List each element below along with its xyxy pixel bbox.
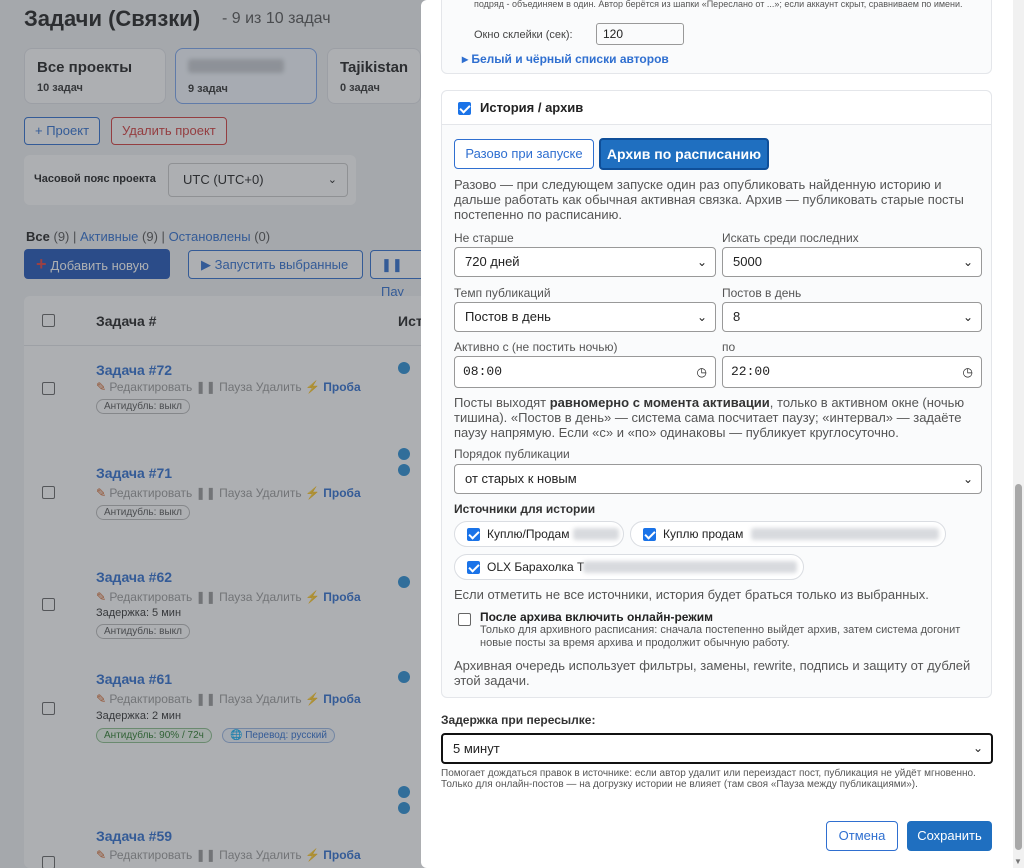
- online-after-archive-checkbox[interactable]: [458, 613, 471, 626]
- source-chip[interactable]: Куплю/Продам: [454, 521, 624, 547]
- rate-select[interactable]: Постов в день ⌄: [454, 302, 716, 332]
- chevron-down-icon: ⌄: [962, 255, 973, 269]
- source-label: Куплю продам: [663, 527, 744, 541]
- source-checkbox[interactable]: [467, 561, 480, 574]
- order-label: Порядок публикации: [454, 447, 570, 461]
- forward-delay-select[interactable]: 5 минут ⌄: [441, 733, 993, 764]
- redacted-text: [751, 528, 939, 540]
- history-card: История / архив Разово при запуске Архив…: [441, 90, 992, 698]
- active-to-label: по: [722, 340, 736, 354]
- scrollbar-thumb[interactable]: [1015, 484, 1022, 850]
- not-older-value: 720 дней: [465, 254, 520, 269]
- clock-icon[interactable]: ◷: [963, 357, 973, 387]
- rate-label: Темп публикаций: [454, 286, 551, 300]
- chevron-down-icon: ⌄: [962, 310, 973, 324]
- active-to-value: 22:00: [731, 364, 771, 379]
- sources-note: Если отметить не все источники, история …: [454, 587, 929, 602]
- source-chip[interactable]: OLX Барахолка Т: [454, 554, 804, 580]
- search-last-label: Искать среди последних: [722, 231, 859, 245]
- active-from-input[interactable]: 08:00 ◷: [454, 356, 716, 388]
- history-title: История / архив: [480, 100, 584, 115]
- source-label: OLX Барахолка Т: [487, 560, 585, 574]
- history-checkbox[interactable]: [458, 102, 471, 115]
- sources-title: Источники для истории: [454, 502, 596, 516]
- order-value: от старых к новым: [465, 471, 577, 486]
- author-lists-toggle[interactable]: ▸ Белый и чёрный списки авторов: [462, 52, 669, 66]
- task-settings-modal: подряд - объединяем в один. Автор берётс…: [421, 0, 1013, 868]
- merge-window-label: Окно склейки (сек):: [474, 29, 573, 41]
- search-last-select[interactable]: 5000 ⌄: [722, 247, 982, 277]
- merge-window-input[interactable]: 120: [596, 23, 684, 45]
- per-day-value: 8: [733, 309, 741, 324]
- save-button[interactable]: Сохранить: [907, 821, 992, 851]
- order-select[interactable]: от старых к новым ⌄: [454, 464, 982, 494]
- forward-delay-label: Задержка при пересылке:: [441, 713, 596, 727]
- redacted-text: [583, 561, 797, 573]
- search-last-value: 5000: [733, 254, 762, 269]
- merge-settings-card: подряд - объединяем в один. Автор берётс…: [441, 0, 992, 74]
- chevron-down-icon: ⌄: [696, 255, 707, 269]
- chevron-down-icon: ⌄: [972, 741, 983, 755]
- posts-note-part: Посты выходят: [454, 395, 550, 410]
- page-scrollbar[interactable]: ▼: [1013, 0, 1024, 868]
- queue-note: Архивная очередь использует фильтры, зам…: [454, 658, 971, 688]
- history-header: История / архив: [442, 91, 991, 125]
- online-after-archive-title: После архива включить онлайн-режим: [480, 610, 714, 624]
- active-from-label: Активно с (не постить ночью): [454, 340, 618, 354]
- active-from-value: 08:00: [463, 364, 503, 379]
- source-label: Куплю/Продам: [487, 527, 570, 541]
- redacted-text: [573, 528, 619, 540]
- not-older-label: Не старше: [454, 231, 514, 245]
- merge-note: подряд - объединяем в один. Автор берётс…: [474, 0, 963, 9]
- scroll-down-arrow-icon[interactable]: ▼: [1014, 857, 1022, 866]
- per-day-label: Постов в день: [722, 286, 802, 300]
- online-after-archive-note: Только для архивного расписания: сначала…: [480, 624, 961, 649]
- chevron-down-icon: ⌄: [962, 472, 973, 486]
- posts-note-bold: равномерно с момента активации: [549, 395, 770, 410]
- history-description: Разово — при следующем запуске один раз …: [454, 177, 964, 222]
- tab-once-on-start[interactable]: Разово при запуске: [454, 139, 594, 169]
- clock-icon[interactable]: ◷: [697, 357, 707, 387]
- chevron-down-icon: ⌄: [696, 310, 707, 324]
- rate-value: Постов в день: [465, 309, 551, 324]
- source-chip[interactable]: Куплю продам: [630, 521, 946, 547]
- posts-note: Посты выходят равномерно с момента актив…: [454, 395, 984, 440]
- not-older-select[interactable]: 720 дней ⌄: [454, 247, 716, 277]
- cancel-button[interactable]: Отмена: [826, 821, 898, 851]
- forward-delay-value: 5 минут: [453, 741, 500, 756]
- tab-archive-schedule[interactable]: Архив по расписанию: [599, 138, 769, 170]
- active-to-input[interactable]: 22:00 ◷: [722, 356, 982, 388]
- source-checkbox[interactable]: [643, 528, 656, 541]
- per-day-select[interactable]: 8 ⌄: [722, 302, 982, 332]
- forward-delay-note: Помогает дождаться правок в источнике: е…: [441, 768, 976, 790]
- source-checkbox[interactable]: [467, 528, 480, 541]
